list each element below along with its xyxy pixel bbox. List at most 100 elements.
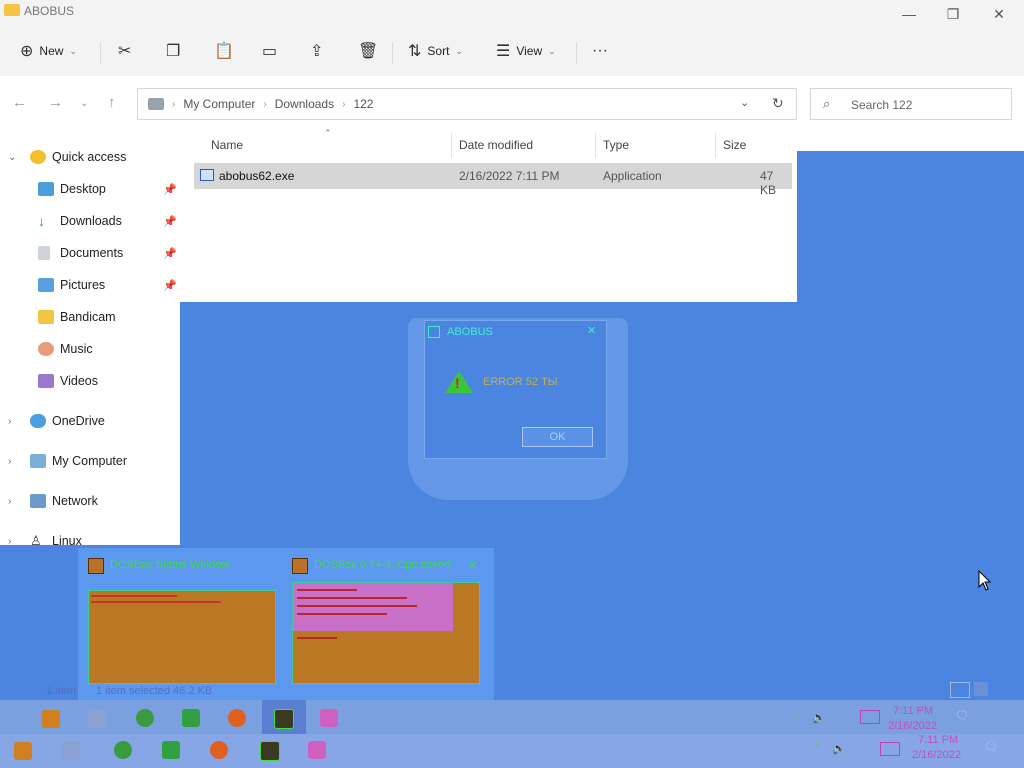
details-view-button[interactable] (950, 682, 970, 698)
forward-button[interactable]: → (48, 94, 63, 111)
sidebar-item-desktop[interactable]: Desktop (0, 174, 106, 204)
chevron-down-icon: ⌄ (8, 151, 17, 163)
sidebar-item-onedrive[interactable]: › OneDrive (0, 406, 105, 436)
column-header-size[interactable]: Size (723, 138, 746, 152)
sidebar-item-videos[interactable]: Videos (0, 366, 98, 396)
sidebar-item-music[interactable]: Music (0, 334, 93, 364)
sort-button[interactable]: ⇅ Sort ⌄ (408, 36, 463, 66)
chrome-icon[interactable] (136, 709, 154, 727)
column-header-type[interactable]: Type (603, 138, 629, 152)
sort-label: Sort (427, 44, 450, 58)
sidebar-item-quick-access[interactable]: ⌄ Quick access (0, 142, 126, 172)
delete-button[interactable]: 🗑 (358, 36, 378, 66)
sidebar-label: Downloads (60, 214, 122, 228)
sidebar-item-network[interactable]: › Network (0, 486, 98, 516)
start-icon[interactable] (42, 710, 60, 728)
tray-chevron-icon[interactable]: ⌃ (812, 742, 821, 755)
pin-icon: 📌 (163, 216, 177, 228)
sidebar-label: My Computer (52, 454, 128, 468)
close-button[interactable]: ✕ (976, 0, 1022, 28)
pin-icon: 📌 (163, 248, 177, 260)
up-button[interactable]: ↑ (108, 94, 116, 111)
file-explorer-icon[interactable] (182, 709, 200, 727)
volume-icon[interactable]: 🔈 (812, 711, 826, 724)
column-header-name[interactable]: Name (211, 138, 243, 152)
sidebar-label: Quick access (52, 150, 127, 164)
volume-icon[interactable]: 🔈 (832, 742, 846, 755)
keyboard-icon[interactable] (880, 742, 900, 756)
more-options-button[interactable]: ··· (592, 36, 608, 66)
address-dropdown-button[interactable]: ⌄ (740, 96, 749, 109)
file-explorer-icon[interactable] (162, 741, 180, 759)
preview-dosbox-status[interactable]: DOSBox Status Window (80, 552, 280, 698)
notifications-icon[interactable]: 🗨 (955, 709, 969, 722)
firefox-icon[interactable] (228, 709, 246, 727)
desktop-icon (38, 182, 54, 196)
firefox-icon[interactable] (210, 741, 228, 759)
file-size: 47 KB (760, 169, 777, 197)
paste-button[interactable]: 📋 (214, 36, 234, 66)
clock-time[interactable]: 7:11 PM (893, 705, 933, 717)
sidebar-item-my-computer[interactable]: › My Computer (0, 446, 127, 476)
breadcrumb-my-computer[interactable]: My Computer (183, 97, 255, 111)
breadcrumb-downloads[interactable]: Downloads (275, 97, 334, 111)
address-row: ← → ⌄ ↑ › My Computer › Downloads › 122 … (0, 76, 1024, 132)
new-button[interactable]: ⊕ New ⌄ (20, 36, 77, 66)
taskbar: ⌃ 🔈 7:11 PM 2/16/2022 🗨 (0, 700, 1024, 736)
pin-icon: 📌 (163, 184, 177, 196)
preview-close-button[interactable]: ✕ (468, 559, 477, 572)
share-button[interactable]: ⇪ (310, 36, 323, 66)
notifications-icon[interactable]: 🗨 (984, 740, 998, 753)
preview-thumbnail (88, 590, 276, 684)
sidebar-item-downloads[interactable]: ↓ Downloads (0, 206, 122, 236)
recent-locations-button[interactable]: ⌄ (80, 98, 88, 109)
search-input[interactable]: ⌕ Search 122 (810, 88, 1012, 120)
file-row[interactable]: abobus62.exe 2/16/2022 7:11 PM Applicati… (194, 163, 792, 197)
ok-button[interactable]: OK (522, 427, 593, 447)
dosbox-taskbar-icon[interactable] (274, 709, 294, 729)
sidebar-item-bandicam[interactable]: Bandicam (0, 302, 116, 332)
back-button[interactable]: ← (12, 94, 27, 111)
sidebar-label: Desktop (60, 182, 106, 196)
sidebar-item-pictures[interactable]: Pictures (0, 270, 105, 300)
column-header-date[interactable]: Date modified (459, 138, 533, 152)
view-label: View (516, 44, 543, 58)
cut-button[interactable]: ✂ (118, 36, 131, 66)
dialog-close-button[interactable]: ✕ (587, 324, 596, 337)
keyboard-icon[interactable] (860, 710, 880, 724)
clock-time[interactable]: 7:11 PM (918, 734, 958, 746)
clock-date[interactable]: 2/16/2022 (912, 749, 961, 761)
maximize-button[interactable]: ❐ (930, 0, 976, 28)
divider (392, 42, 393, 64)
view-button[interactable]: ☰ View ⌄ (496, 36, 556, 66)
minimize-button[interactable]: — (886, 0, 932, 28)
copy-button[interactable]: ❐ (166, 36, 180, 66)
sidebar-item-linux[interactable]: › ♙ Linux (0, 526, 82, 556)
address-bar[interactable]: › My Computer › Downloads › 122 ⌄ ↻ (137, 88, 797, 120)
dosbox-taskbar-icon[interactable] (260, 741, 280, 761)
abobus-taskbar-icon[interactable] (320, 709, 338, 727)
preview-dosbox-main[interactable]: DOSBox 0.74-3, Cpu speed: ✕ (284, 552, 484, 698)
exclamation-icon: ! (455, 375, 460, 391)
status-item-count: 1 item (46, 685, 76, 697)
refresh-button[interactable]: ↻ (772, 95, 784, 112)
abobus-taskbar-icon[interactable] (308, 741, 326, 759)
task-view-icon[interactable] (88, 710, 106, 728)
computer-icon (148, 98, 164, 110)
divider (576, 42, 577, 64)
rename-button[interactable]: ▭ (262, 36, 277, 66)
new-label: New (39, 44, 64, 58)
clock-date[interactable]: 2/16/2022 (888, 720, 937, 732)
search-placeholder: Search 122 (851, 98, 913, 112)
breadcrumb-122[interactable]: 122 (353, 97, 373, 111)
tiles-view-button[interactable] (974, 682, 988, 696)
sidebar-label: Documents (60, 246, 124, 260)
start-icon[interactable] (14, 742, 32, 760)
tray-chevron-icon[interactable]: ⌃ (792, 711, 801, 724)
document-icon (38, 246, 50, 260)
cloud-icon (30, 414, 46, 428)
chrome-icon[interactable] (114, 741, 132, 759)
task-view-icon[interactable] (62, 742, 80, 760)
command-bar: ⊕ New ⌄ ✂ ❐ 📋 ▭ ⇪ 🗑 ⇅ Sort ⌄ ☰ View ⌄ ··… (0, 28, 1024, 77)
sidebar-item-documents[interactable]: Documents (0, 238, 123, 268)
